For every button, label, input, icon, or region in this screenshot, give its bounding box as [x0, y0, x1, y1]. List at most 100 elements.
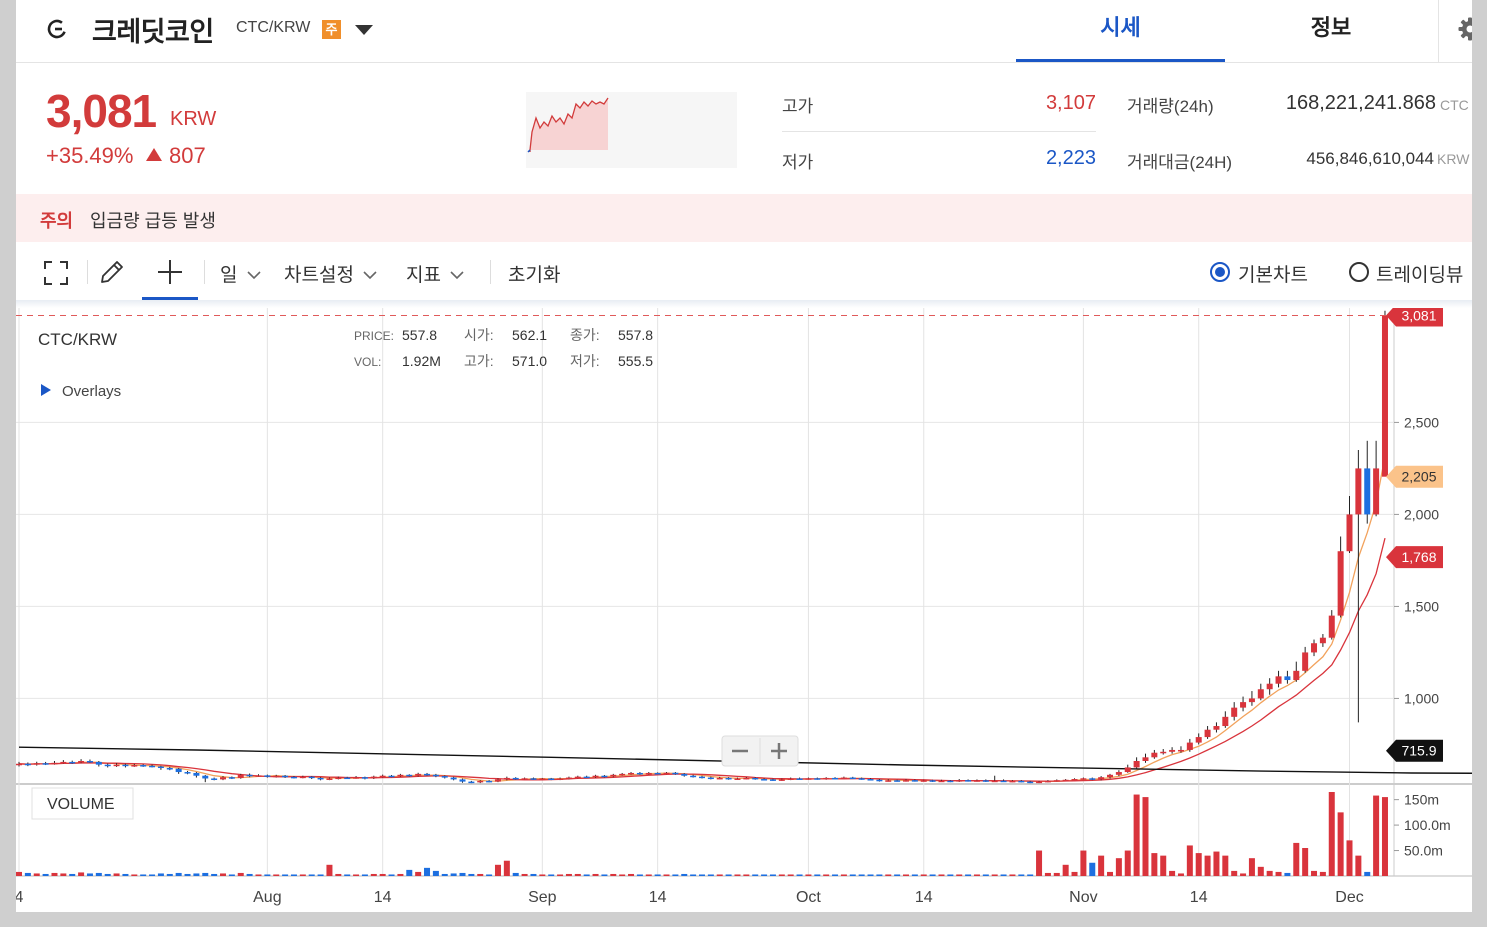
candle-body	[548, 778, 555, 780]
volume-bar	[645, 874, 652, 876]
volume-tick-label: 50.0m	[1404, 843, 1443, 859]
candle-body	[894, 780, 901, 782]
y-tick-label: 1,000	[1404, 690, 1439, 706]
volume-bar	[326, 864, 333, 876]
volume-bar	[1036, 850, 1043, 876]
legend-price-value: 557.8	[402, 327, 437, 343]
overlays-toggle[interactable]: Overlays	[62, 383, 121, 400]
candle-body	[494, 779, 501, 782]
pair-label: CTC/KRW	[236, 19, 311, 36]
tab-price[interactable]: 시세	[1016, 0, 1225, 62]
volume-bar	[690, 874, 697, 876]
candle-body	[583, 776, 590, 779]
x-tick-label: Nov	[1069, 889, 1097, 906]
volume-bar	[840, 874, 847, 876]
candle-body	[1133, 760, 1140, 768]
volume-bar	[805, 874, 812, 876]
volume-24h-unit: CTC	[1440, 97, 1469, 113]
candle-body	[503, 777, 510, 780]
candle-body	[698, 776, 705, 779]
volume-bar	[965, 874, 972, 876]
trading-view-radio[interactable]	[1349, 262, 1369, 282]
low-value: 2,223	[1045, 147, 1096, 169]
volume-bar	[592, 873, 599, 876]
volume-bar	[211, 873, 218, 876]
alert-banner: 주의 입금량 급등 발생	[16, 194, 1472, 242]
volume-bar	[761, 874, 768, 876]
period-dropdown[interactable]: 일	[220, 260, 262, 287]
crosshair-icon[interactable]	[156, 258, 184, 286]
candle-body	[1381, 315, 1388, 477]
basic-chart-radio[interactable]	[1210, 262, 1230, 282]
price-chart[interactable]: 1,000 1,500 2,000 2,500 4 Aug 14 Sep 14 Oct 14 Nov 1…	[16, 308, 1472, 912]
candle-body	[707, 777, 714, 780]
reset-button[interactable]: 초기화	[508, 260, 560, 287]
volume-bar	[583, 874, 590, 876]
candle-body	[220, 777, 227, 780]
volume-bar	[1346, 840, 1353, 876]
stats-divider	[782, 131, 1096, 132]
pencil-icon[interactable]	[98, 258, 126, 286]
candle-body	[113, 764, 120, 767]
candle-body	[885, 780, 892, 782]
legend-high-label: 고가:	[464, 353, 494, 369]
x-tick-label: Aug	[253, 889, 281, 906]
volume-bar	[982, 874, 989, 876]
volume-bar	[1302, 848, 1309, 876]
candle-body	[965, 780, 972, 782]
x-tick-label: Dec	[1335, 889, 1363, 906]
candle-body	[24, 763, 31, 766]
candle-body	[140, 765, 147, 767]
volume-bar	[911, 874, 918, 876]
volume-bar	[1044, 872, 1051, 876]
candle-body	[716, 777, 723, 780]
volume-bar	[494, 864, 501, 876]
candle-body	[938, 780, 945, 783]
volume-bar	[938, 874, 945, 876]
chart-settings-dropdown[interactable]: 차트설정	[284, 260, 378, 287]
candle-body	[628, 772, 635, 775]
tab-info[interactable]: 정보	[1236, 0, 1426, 62]
candle-body	[193, 772, 200, 776]
basic-chart-label[interactable]: 기본차트	[1238, 260, 1308, 287]
candle-body	[370, 776, 377, 779]
candle-body	[1275, 676, 1282, 684]
volume-bar	[1257, 866, 1264, 876]
indicators-label: 지표	[406, 265, 441, 286]
price-marker-label: 2,205	[1401, 469, 1436, 485]
trading-view-label[interactable]: 트레이딩뷰	[1376, 260, 1463, 287]
legend-close-label: 종가:	[570, 327, 600, 343]
candle-body	[104, 764, 111, 767]
volume-bar	[78, 872, 85, 876]
volume-bar	[858, 874, 865, 876]
volume-bar	[1195, 853, 1202, 876]
candle-body	[16, 763, 22, 766]
amount-24h-value: 456,846,610,044	[1306, 149, 1434, 168]
candle-body	[397, 774, 404, 777]
legend-vol-value: 1.92M	[402, 353, 441, 369]
indicators-dropdown[interactable]: 지표	[406, 260, 465, 287]
volume-bar	[1337, 812, 1344, 876]
candle-body	[450, 777, 457, 780]
volume-bar	[1248, 858, 1255, 876]
candle-body	[246, 774, 253, 777]
candle-body	[832, 777, 839, 780]
candle-body	[1027, 781, 1034, 784]
volume-bar	[565, 873, 572, 876]
alert-text: 입금량 급등 발생	[90, 211, 216, 231]
candle-body	[1186, 742, 1193, 750]
candle-body	[1364, 468, 1371, 515]
volume-bar	[867, 874, 874, 876]
volume-bar	[86, 873, 93, 876]
candle-body	[956, 780, 963, 782]
y-tick-label: 1,500	[1404, 598, 1439, 614]
candle-body	[867, 779, 874, 781]
fullscreen-icon[interactable]	[43, 260, 69, 286]
chevron-down-icon[interactable]	[354, 23, 374, 37]
gear-icon[interactable]	[1457, 16, 1472, 42]
volume-bar	[1107, 871, 1114, 876]
candle-body	[175, 768, 182, 773]
volume-bar	[752, 874, 759, 876]
volume-bar	[601, 874, 608, 876]
candle-body	[601, 775, 608, 778]
